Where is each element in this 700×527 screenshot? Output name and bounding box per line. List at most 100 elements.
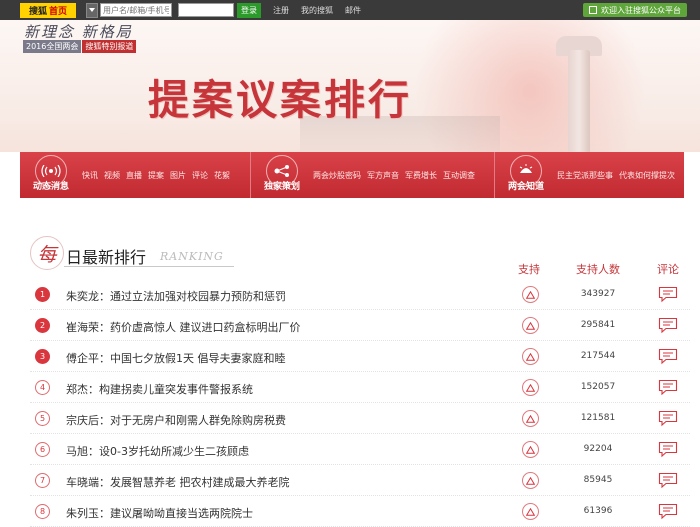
table-row: 4 郑杰：构建拐卖儿童突发事件警报系统 152057 [30,372,690,403]
triangle-up-icon [526,507,535,516]
comment-button[interactable] [658,379,678,396]
col-header-support: 支持 [518,263,540,276]
welcome-platform-button[interactable]: 欢迎入驻搜狐公众平台 [583,3,687,17]
nav-block-know: 两会知道 民主党派那些事 代表如何撑提次 [494,152,684,198]
support-button[interactable] [522,410,539,427]
tag-special-report: 搜狐特别报道 [82,40,137,53]
nav-link-proposals[interactable]: 提案 [148,170,164,181]
nav-link-military-voice[interactable]: 军方声音 [367,170,399,181]
edit-icon [589,6,597,14]
support-button[interactable] [522,503,539,520]
table-row: 6 马旭：设0-3岁托幼所减少生二孩顾虑 92204 [30,434,690,465]
banner-tags: 2016全国两会 搜狐特别报道 [23,40,137,53]
proposal-title-link[interactable]: 朱列玉：建议屠呦呦直接当选两院院士 [66,505,253,521]
nav-link-sidelights[interactable]: 花絮 [214,170,230,181]
proposal-title-link[interactable]: 郑杰：构建拐卖儿童突发事件警报系统 [66,381,253,397]
triangle-up-icon [526,445,535,454]
nav-news-heading[interactable]: 动态消息 [20,152,82,198]
comment-icon [658,503,678,520]
comment-button[interactable] [658,286,678,303]
sohu-logo[interactable]: 搜狐 首页 [20,2,76,18]
nav-link-video[interactable]: 视频 [104,170,120,181]
banner: 新理念 新格局 2016全国两会 搜狐特别报道 提案议案排行 [0,20,700,152]
comment-icon [658,286,678,303]
nav-news-links: 快讯 视频 直播 提案 图片 评论 花絮 [82,170,236,181]
comment-button[interactable] [658,472,678,489]
tag-two-sessions: 2016全国两会 [23,40,82,53]
support-button[interactable] [522,286,539,303]
rank-number: 8 [35,504,50,519]
nav-link-comments[interactable]: 评论 [192,170,208,181]
rank-number: 4 [35,380,50,395]
mail-link[interactable]: 邮件 [345,5,361,16]
comment-button[interactable] [658,503,678,520]
support-count: 121581 [580,413,616,423]
comment-icon [658,348,678,365]
proposal-title-link[interactable]: 朱奕龙：通过立法加强对校园暴力预防和惩罚 [66,288,286,304]
comment-icon [658,379,678,396]
nav-block-exclusive: 独家策划 两会炒股密码 军方声音 军费增长 互动调查 [250,152,494,198]
table-row: 2 崔海荣：药价虚高惊人 建议进口药盒标明出厂价 295841 [30,310,690,341]
nav-exclusive-heading[interactable]: 独家策划 [251,152,313,198]
support-button[interactable] [522,441,539,458]
triangle-up-icon [526,383,535,392]
rank-number: 5 [35,411,50,426]
support-count: 343927 [580,289,616,299]
rank-number: 6 [35,442,50,457]
nav-link-live[interactable]: 直播 [126,170,142,181]
nav-know-links: 民主党派那些事 代表如何撑提次 [557,170,681,181]
support-button[interactable] [522,379,539,396]
logo-home-link[interactable]: 首页 [49,4,67,17]
comment-button[interactable] [658,317,678,334]
support-button[interactable] [522,348,539,365]
nav-exclusive-title: 独家策划 [263,182,300,192]
nav-link-flash[interactable]: 快讯 [82,170,98,181]
username-input[interactable] [100,3,172,17]
proposal-title-link[interactable]: 崔海荣：药价虚高惊人 建议进口药盒标明出厂价 [66,319,301,335]
proposal-title-link[interactable]: 傅企平：中国七夕放假1天 倡导夫妻家庭和睦 [66,350,286,366]
triangle-up-icon [526,321,535,330]
table-row: 3 傅企平：中国七夕放假1天 倡导夫妻家庭和睦 217544 [30,341,690,372]
support-button[interactable] [522,317,539,334]
login-button[interactable]: 登录 [237,2,261,18]
col-header-count: 支持人数 [576,263,620,276]
comment-button[interactable] [658,348,678,365]
proposal-title-link[interactable]: 马旭：设0-3岁托幼所减少生二孩顾虑 [66,443,249,459]
my-sohu-link[interactable]: 我的搜狐 [301,5,333,16]
top-bar: 搜狐 首页 登录 注册 我的搜狐 邮件 欢迎入驻搜狐公众平台 [0,0,700,20]
comment-button[interactable] [658,410,678,427]
support-button[interactable] [522,472,539,489]
table-row: 7 车晓端：发展智慧养老 把农村建成最大养老院 85945 [30,465,690,496]
register-link[interactable]: 注册 [273,5,289,16]
rank-number: 2 [35,318,50,333]
nav-know-title: 两会知道 [507,182,544,192]
table-row: 5 宗庆后：对于无房户和刚需人群免除购房税费 121581 [30,403,690,434]
welcome-label: 欢迎入驻搜狐公众平台 [601,5,681,15]
ranking-title: 日最新排行 [66,248,147,267]
triangle-up-icon [526,352,535,361]
nav-link-military-budget[interactable]: 军费增长 [405,170,437,181]
table-row: 1 朱奕龙：通过立法加强对校园暴力预防和惩罚 343927 [30,279,690,310]
nav-link-how-propose[interactable]: 代表如何撑提次 [619,170,675,181]
table-row: 8 朱列玉：建议屠呦呦直接当选两院院士 61396 [30,496,690,527]
nav-know-heading[interactable]: 两会知道 [495,152,557,198]
comment-button[interactable] [658,441,678,458]
chevron-down-icon [89,8,95,12]
password-input[interactable] [178,3,234,17]
support-count: 152057 [580,382,616,392]
ranking-divider [64,266,234,267]
proposal-title-link[interactable]: 宗庆后：对于无房户和刚需人群免除购房税费 [66,412,286,428]
support-count: 85945 [583,475,613,485]
nav-link-parties[interactable]: 民主党派那些事 [557,170,613,181]
section-nav: 动态消息 快讯 视频 直播 提案 图片 评论 花絮 独家策划 两会炒股密码 军方… [20,152,684,198]
triangle-up-icon [526,414,535,423]
comment-icon [658,441,678,458]
nav-link-stock-codes[interactable]: 两会炒股密码 [313,170,361,181]
nav-news-title: 动态消息 [32,182,69,192]
comment-icon [658,317,678,334]
login-type-dropdown[interactable] [86,2,98,18]
proposal-title-link[interactable]: 车晓端：发展智慧养老 把农村建成最大养老院 [66,474,290,490]
rank-number: 1 [35,287,50,302]
nav-link-survey[interactable]: 互动调查 [443,170,475,181]
nav-link-photos[interactable]: 图片 [170,170,186,181]
